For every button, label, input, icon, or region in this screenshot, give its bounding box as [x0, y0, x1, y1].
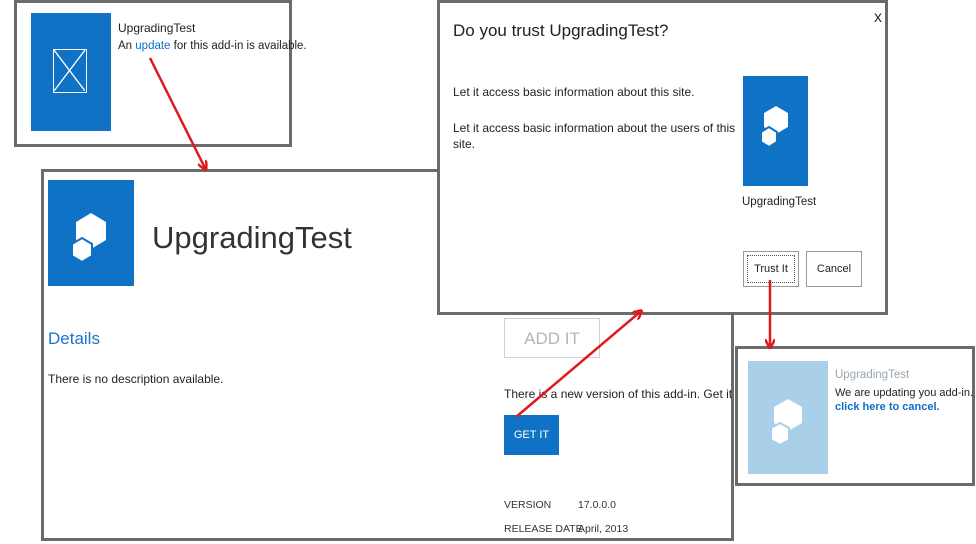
app-title: UpgradingTest	[152, 220, 352, 255]
permission-users-info-line1: Let it access basic information about th…	[453, 121, 736, 135]
cancel-update-link[interactable]: click here to cancel.	[835, 401, 940, 413]
update-notification-panel: UpgradingTest An update for this add-in …	[14, 0, 307, 147]
permission-site-info: Let it access basic information about th…	[453, 85, 695, 99]
dialog-app-tile-icon	[743, 76, 808, 186]
get-it-button[interactable]: GET IT	[504, 415, 559, 455]
dialog-app-name: UpgradingTest	[742, 196, 817, 208]
notification-prefix: An	[118, 40, 133, 52]
updating-app-name: UpgradingTest	[835, 369, 910, 381]
notification-message: An update for this add-in is available.	[118, 40, 307, 52]
notification-app-name: UpgradingTest	[118, 21, 196, 35]
trust-dialog: Do you trust UpgradingTest? x Let it acc…	[437, 0, 888, 315]
cancel-button[interactable]: Cancel	[806, 251, 862, 287]
version-label: VERSION	[504, 499, 552, 511]
notification-suffix: for this add-in is available.	[173, 40, 307, 52]
add-it-button[interactable]: ADD IT	[504, 318, 600, 358]
updating-message: We are updating you add-in.	[835, 387, 973, 399]
placeholder-image-icon	[53, 49, 87, 93]
details-heading: Details	[48, 329, 100, 348]
permission-users-info-line2: site.	[453, 137, 476, 151]
release-date-value: April, 2013	[578, 523, 629, 535]
new-version-text: There is a new version of this add-in. G…	[504, 387, 761, 401]
version-value: 17.0.0.0	[578, 499, 616, 511]
trust-dialog-title: Do you trust UpgradingTest?	[453, 21, 669, 40]
trust-it-button[interactable]: Trust It	[743, 251, 799, 287]
app-placeholder-image	[31, 13, 111, 131]
release-date-label: RELEASE DATE	[504, 523, 583, 535]
update-link[interactable]: update	[135, 40, 170, 52]
app-tile-icon	[48, 180, 134, 286]
faded-app-tile-icon	[748, 361, 828, 474]
close-icon[interactable]: x	[874, 9, 882, 27]
app-description: There is no description available.	[48, 372, 224, 386]
updating-tile-panel: UpgradingTest We are updating you add-in…	[735, 346, 975, 486]
